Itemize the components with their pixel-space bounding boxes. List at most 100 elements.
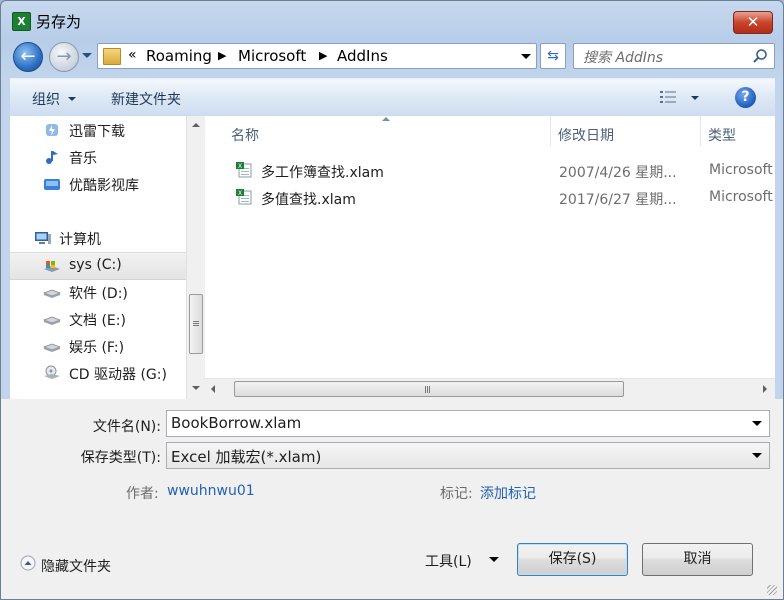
breadcrumb-microsoft[interactable]: Microsoft xyxy=(238,47,306,65)
computer-icon xyxy=(35,232,51,244)
window-title: 另存为 xyxy=(36,13,82,31)
drive-icon xyxy=(43,343,61,352)
file-type: Microsoft xyxy=(709,189,773,205)
column-divider[interactable] xyxy=(700,116,701,146)
file-list: 名称 修改日期 类型 X 多工作簿查找.xlam 2007/4/26 星期...… xyxy=(204,116,775,400)
filetype-select[interactable]: Excel 加载宏(*.xlam) xyxy=(166,442,770,469)
search-icon[interactable] xyxy=(752,48,768,64)
nav-item-label: 优酷影视库 xyxy=(69,178,139,194)
svg-text:X: X xyxy=(238,163,242,170)
save-options-panel: 文件名(N): BookBorrow.xlam 保存类型(T): Excel 加… xyxy=(1,399,783,599)
drive-icon xyxy=(43,316,61,325)
drive-icon xyxy=(43,289,61,298)
horizontal-scrollbar[interactable] xyxy=(204,378,775,400)
excel-addin-icon: X xyxy=(236,162,252,178)
filename-field[interactable]: BookBorrow.xlam xyxy=(166,410,770,437)
column-header-date[interactable]: 修改日期 xyxy=(558,125,614,155)
save-as-dialog: X 另存为 ✕ ← → « Roaming ▶ Microsoft ▶ AddI… xyxy=(0,0,784,600)
address-dropdown-icon[interactable] xyxy=(521,54,531,59)
author-label: 作者: xyxy=(126,486,159,502)
scroll-down-icon[interactable] xyxy=(192,386,200,390)
breadcrumb-separator-icon[interactable]: ▶ xyxy=(319,49,327,62)
filename-value[interactable]: BookBorrow.xlam xyxy=(171,414,301,432)
nav-item-label: 计算机 xyxy=(59,232,101,248)
cancel-button[interactable]: 取消 xyxy=(642,543,753,576)
scroll-right-icon[interactable] xyxy=(763,385,767,393)
view-options-dropdown-icon[interactable] xyxy=(691,96,699,100)
excel-addin-icon: X xyxy=(236,189,252,205)
thunder-download-icon xyxy=(46,124,58,136)
chevron-down-icon[interactable] xyxy=(489,557,499,562)
organize-button[interactable]: 组织 xyxy=(32,89,60,109)
file-name: 多工作簿查找.xlam xyxy=(261,165,384,181)
nav-item-label: 文档 (E:) xyxy=(69,313,126,329)
hide-folders-label[interactable]: 隐藏文件夹 xyxy=(41,556,111,576)
hide-folders-toggle[interactable] xyxy=(20,555,36,571)
scroll-up-icon[interactable] xyxy=(192,123,200,127)
refresh-icon: ⇆ xyxy=(547,48,559,64)
tags-label: 标记: xyxy=(440,486,473,502)
nav-item-drive-d[interactable]: 软件 (D:) xyxy=(10,279,186,305)
nav-item-cd-drive-g[interactable]: CD 驱动器 (G:) xyxy=(10,360,186,386)
chevron-down-icon[interactable] xyxy=(752,421,762,426)
tags-value[interactable]: 添加标记 xyxy=(480,483,536,503)
nav-item-computer[interactable]: 计算机 xyxy=(10,225,186,251)
resize-grip-icon[interactable] xyxy=(767,585,777,595)
nav-pane-scrollbar[interactable] xyxy=(186,116,205,399)
change-view-icon[interactable] xyxy=(659,89,677,105)
back-button[interactable]: ← xyxy=(13,42,43,72)
breadcrumb-separator-icon[interactable]: ▶ xyxy=(218,49,226,62)
nav-item-youku-library[interactable]: 优酷影视库 xyxy=(10,171,186,197)
file-name: 多值查找.xlam xyxy=(261,192,356,208)
cd-drive-icon xyxy=(44,365,60,379)
close-button[interactable]: ✕ xyxy=(733,11,773,34)
column-header-name[interactable]: 名称 xyxy=(231,125,259,155)
nav-item-label: 迅雷下载 xyxy=(69,124,125,140)
command-toolbar: 组织 新建文件夹 ? xyxy=(10,78,775,118)
save-button[interactable]: 保存(S) xyxy=(517,543,628,576)
horizontal-scroll-thumb[interactable] xyxy=(234,381,624,397)
browser-content: 迅雷下载 音乐 优酷影视库 计算机 sys (C:) 软件 (D:) 文档 (E… xyxy=(10,116,775,400)
nav-item-label: sys (C:) xyxy=(69,257,122,273)
file-date: 2017/6/27 星期... xyxy=(559,192,677,208)
sort-ascending-icon xyxy=(382,117,390,121)
breadcrumb-addins[interactable]: AddIns xyxy=(337,47,388,65)
title-bar: X 另存为 ✕ xyxy=(1,1,783,39)
refresh-button[interactable]: ⇆ xyxy=(540,43,566,69)
music-icon xyxy=(46,151,58,164)
excel-app-icon: X xyxy=(12,12,31,31)
column-divider[interactable] xyxy=(550,116,551,146)
arrow-left-icon: ← xyxy=(20,46,36,67)
search-input[interactable]: 搜索 AddIns xyxy=(573,43,775,69)
address-bar[interactable]: « Roaming ▶ Microsoft ▶ AddIns xyxy=(97,43,537,69)
nav-item-sys-c[interactable]: sys (C:) xyxy=(10,252,186,280)
file-row[interactable]: X 多值查找.xlam 2017/6/27 星期... Microsoft xyxy=(226,185,775,211)
chevron-down-icon[interactable] xyxy=(68,97,76,101)
column-header-type[interactable]: 类型 xyxy=(708,125,736,155)
chevron-down-icon[interactable] xyxy=(752,453,762,458)
breadcrumb-overflow[interactable]: « xyxy=(128,47,137,63)
arrow-right-icon: → xyxy=(56,46,72,67)
author-value[interactable]: wwuhnwu01 xyxy=(167,483,255,499)
help-icon[interactable]: ? xyxy=(735,87,756,108)
new-folder-button[interactable]: 新建文件夹 xyxy=(111,89,181,109)
youku-library-icon xyxy=(44,179,60,190)
windows-drive-icon xyxy=(44,261,60,272)
nav-item-thunder-download[interactable]: 迅雷下载 xyxy=(10,117,186,143)
svg-text:X: X xyxy=(238,190,242,197)
recent-locations-dropdown[interactable] xyxy=(82,53,92,58)
grip-icon xyxy=(193,321,199,322)
file-row[interactable]: X 多工作簿查找.xlam 2007/4/26 星期... Microsoft xyxy=(226,158,775,184)
filename-label: 文件名(N): xyxy=(92,419,161,435)
nav-item-music[interactable]: 音乐 xyxy=(10,144,186,170)
filetype-label: 保存类型(T): xyxy=(80,450,161,466)
nav-item-drive-f[interactable]: 娱乐 (F:) xyxy=(10,333,186,359)
filetype-value: Excel 加载宏(*.xlam) xyxy=(171,448,322,466)
forward-button[interactable]: → xyxy=(49,42,79,72)
breadcrumb-roaming[interactable]: Roaming xyxy=(146,47,212,65)
tools-button[interactable]: 工具(L) xyxy=(425,551,472,571)
grip-icon xyxy=(425,386,426,393)
nav-item-drive-e[interactable]: 文档 (E:) xyxy=(10,306,186,332)
nav-scroll-thumb[interactable] xyxy=(189,294,203,354)
scroll-left-icon[interactable] xyxy=(211,385,215,393)
